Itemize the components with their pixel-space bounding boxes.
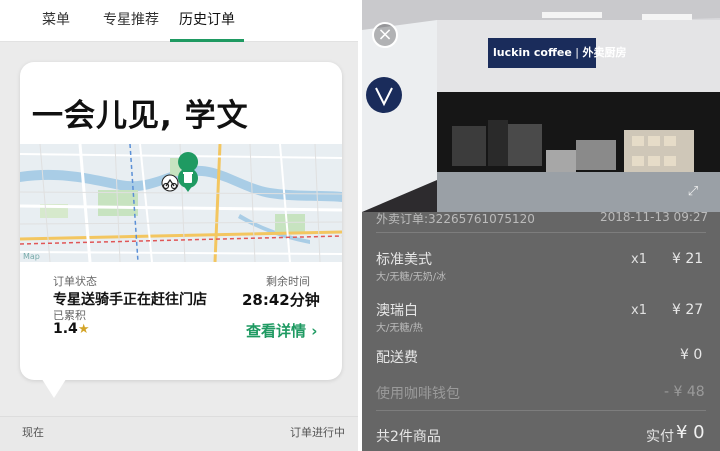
store-brand: luckin coffee xyxy=(493,46,572,59)
tab-menu[interactable]: 菜单 xyxy=(30,0,82,42)
greeting-title: 一会儿见, 学文 xyxy=(32,98,249,134)
remaining-time-value: 28:42分钟 xyxy=(242,291,320,309)
item-2-options: 大/无糖/热 xyxy=(376,323,423,334)
view-details-link[interactable]: 查看详情 › xyxy=(246,320,317,341)
close-icon[interactable]: × xyxy=(372,22,398,48)
store-sub: 外卖厨房 xyxy=(582,46,627,59)
map-brand-label: Map xyxy=(23,252,40,261)
item-1-options: 大/无糖/无奶/冰 xyxy=(376,272,447,283)
order-detail-panel: luckin coffee | 外卖厨房 × ⤢ 外卖订单:3226576107… xyxy=(362,0,720,451)
store-camera-feed[interactable]: luckin coffee | 外卖厨房 × ⤢ xyxy=(362,0,720,212)
coffee-wallet-label: 使用咖啡钱包 xyxy=(376,386,460,402)
camera-image xyxy=(362,0,720,212)
order-status-value: 专星送骑手正在赶往门店 xyxy=(53,292,207,308)
chevron-right-icon: › xyxy=(306,322,318,340)
expand-icon[interactable]: ⤢ xyxy=(684,183,702,201)
divider-line xyxy=(376,410,706,411)
tab-order-history[interactable]: 历史订单 xyxy=(168,0,246,42)
amount-paid-value: ¥ 0 xyxy=(676,422,705,443)
item-2-name: 澳瑞白 xyxy=(376,303,418,319)
item-1-name: 标准美式 xyxy=(376,252,432,268)
remaining-time-label: 剩余时间 xyxy=(266,275,310,288)
timeline-status-label: 订单进行中 xyxy=(290,426,345,439)
store-sign: luckin coffee | 外卖厨房 xyxy=(488,38,626,68)
order-number: 外卖订单:32265761075120 xyxy=(376,212,535,226)
accumulated-value-row: 1.4★ xyxy=(53,321,89,337)
view-details-label: 查看详情 xyxy=(246,322,307,340)
order-tracking-panel: 菜单 专星推荐 历史订单 一会儿见, 学文 Map 订单状态 专星送骑手正在赶往… xyxy=(0,0,358,451)
delivery-fee-label: 配送费 xyxy=(376,350,418,366)
total-items-label: 共2件商品 xyxy=(376,429,441,445)
card-pointer xyxy=(40,376,68,398)
rider-marker-icon xyxy=(161,174,179,192)
tab-recommend[interactable]: 专星推荐 xyxy=(95,0,167,42)
map-graphic xyxy=(20,144,342,262)
amount-paid-label: 实付 xyxy=(646,429,674,445)
order-status-label: 订单状态 xyxy=(53,275,97,288)
divider-line xyxy=(376,232,706,233)
item-1-qty: x1 xyxy=(631,252,647,267)
timeline-now-label: 现在 xyxy=(22,426,44,439)
tab-bar: 菜单 专星推荐 历史订单 xyxy=(0,0,358,42)
coffee-wallet-value: - ¥ 48 xyxy=(664,384,705,400)
sign-separator: | xyxy=(571,46,583,59)
delivery-map[interactable]: Map xyxy=(20,144,342,262)
item-2-qty: x1 xyxy=(631,303,647,318)
delivery-fee-value: ¥ 0 xyxy=(680,347,703,363)
order-datetime: 2018-11-13 09:27 xyxy=(600,210,709,224)
accumulated-value: 1.4 xyxy=(53,321,78,337)
star-icon: ★ xyxy=(77,322,90,337)
item-2-price: ¥ 27 xyxy=(672,302,704,318)
item-1-price: ¥ 21 xyxy=(672,251,704,267)
